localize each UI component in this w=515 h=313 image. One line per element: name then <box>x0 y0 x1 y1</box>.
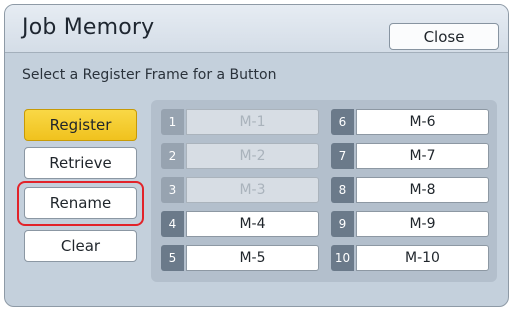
memory-slot-10[interactable]: 10 M-10 <box>331 245 489 271</box>
slot-name: M-4 <box>186 211 319 237</box>
slot-name: M-5 <box>186 245 319 271</box>
register-button[interactable]: Register <box>24 109 137 141</box>
memory-slot-7[interactable]: 7 M-7 <box>331 143 489 169</box>
memory-slot-3: 3 M-3 <box>161 177 319 203</box>
slot-name: M-3 <box>186 177 319 203</box>
slot-number: 8 <box>331 177 354 203</box>
slot-number: 6 <box>331 109 354 135</box>
memory-slot-1: 1 M-1 <box>161 109 319 135</box>
rename-button[interactable]: Rename <box>24 187 137 219</box>
slot-number: 10 <box>331 245 354 271</box>
slot-name: M-7 <box>356 143 489 169</box>
slot-name: M-2 <box>186 143 319 169</box>
slot-name: M-10 <box>356 245 489 271</box>
slot-number: 7 <box>331 143 354 169</box>
header-bar: Job Memory Close <box>5 5 508 53</box>
slot-number: 9 <box>331 211 354 237</box>
memory-slot-2: 2 M-2 <box>161 143 319 169</box>
memory-slot-6[interactable]: 6 M-6 <box>331 109 489 135</box>
memory-slot-5[interactable]: 5 M-5 <box>161 245 319 271</box>
slot-number: 2 <box>161 143 184 169</box>
instruction-text: Select a Register Frame for a Button <box>22 67 277 83</box>
memory-slots-area: 1 M-1 2 M-2 3 M-3 4 M-4 5 M-5 6 M-6 7 M-… <box>151 100 497 282</box>
close-button[interactable]: Close <box>389 23 499 50</box>
slot-name: M-1 <box>186 109 319 135</box>
memory-slot-4[interactable]: 4 M-4 <box>161 211 319 237</box>
slot-name: M-8 <box>356 177 489 203</box>
slot-name: M-9 <box>356 211 489 237</box>
clear-button[interactable]: Clear <box>24 230 137 262</box>
job-memory-panel: Job Memory Close Select a Register Frame… <box>4 4 509 307</box>
slot-number: 4 <box>161 211 184 237</box>
memory-slot-8[interactable]: 8 M-8 <box>331 177 489 203</box>
page-title: Job Memory <box>22 15 155 40</box>
slot-number: 1 <box>161 109 184 135</box>
memory-slot-9[interactable]: 9 M-9 <box>331 211 489 237</box>
retrieve-button[interactable]: Retrieve <box>24 147 137 179</box>
slot-number: 5 <box>161 245 184 271</box>
slot-number: 3 <box>161 177 184 203</box>
slot-name: M-6 <box>356 109 489 135</box>
